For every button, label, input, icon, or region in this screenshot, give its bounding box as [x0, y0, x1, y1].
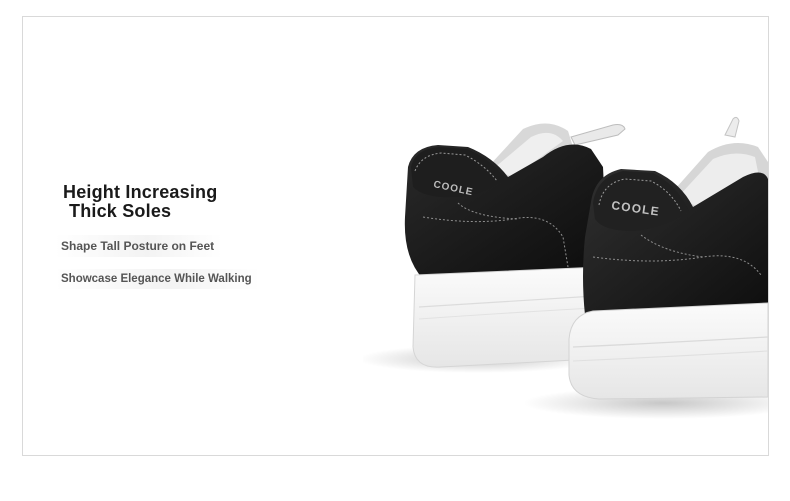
- headline-line-2: Thick Soles: [69, 201, 172, 221]
- feature-tag-elegance: Showcase Elegance While Walking: [55, 269, 260, 289]
- product-image: COOLE COOLE: [363, 116, 768, 419]
- feature-tag-posture: Shape Tall Posture on Feet: [55, 235, 223, 257]
- headline: Height Increasing Thick Soles: [63, 183, 217, 221]
- headline-line-1: Height Increasing: [63, 182, 218, 202]
- promo-banner: Height Increasing Thick Soles Shape Tall…: [22, 16, 769, 456]
